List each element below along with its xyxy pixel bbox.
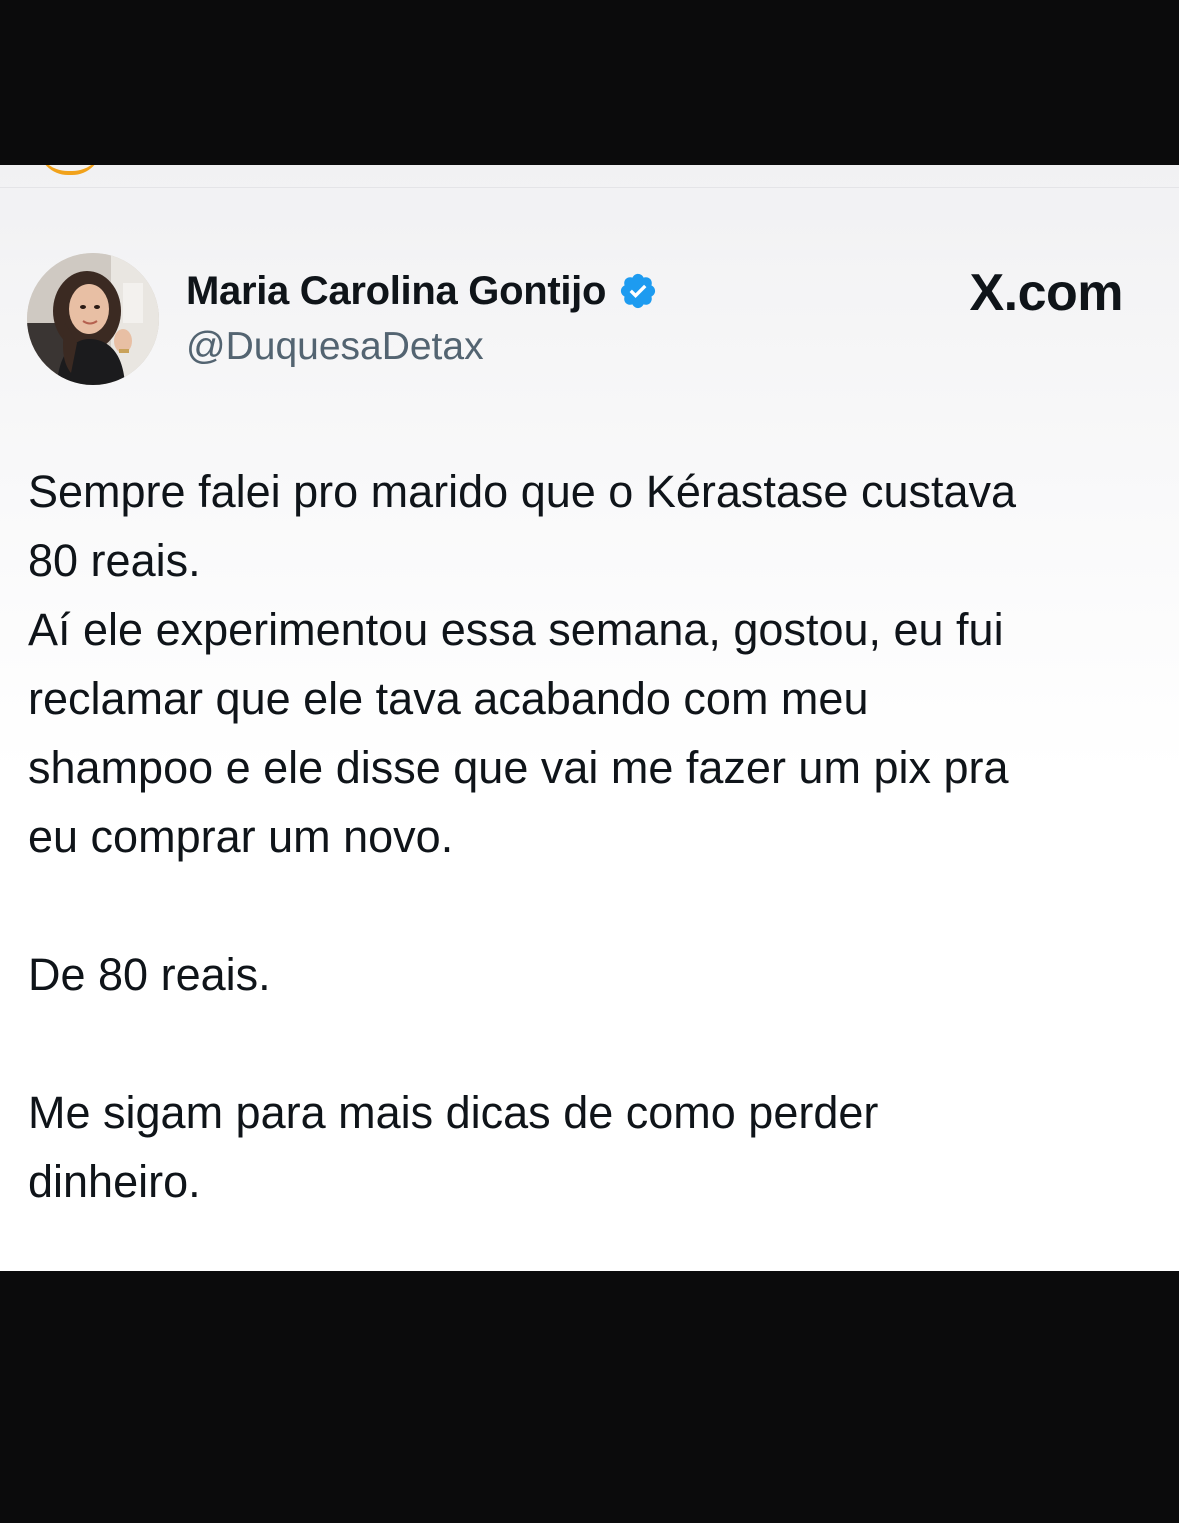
top-black-bar [0, 0, 1179, 165]
tweet-paragraph-2: De 80 reais. [28, 949, 271, 1000]
tweet-paragraph-3: Me sigam para mais dicas de como perder … [28, 1087, 879, 1207]
tweet-text: Sempre falei pro marido que o Kérastase … [28, 457, 1158, 1216]
author-handle[interactable]: @DuquesaDetax [186, 325, 484, 369]
tweet-paragraph-1: Sempre falei pro marido que o Kérastase … [28, 466, 1017, 862]
tweet-card: Maria Carolina Gontijo @DuquesaDetax X.c… [0, 165, 1179, 1271]
source-label: X.com [969, 264, 1123, 322]
verified-badge-icon [621, 273, 656, 309]
divider [0, 187, 1179, 188]
tweet-paragraph-spacer [28, 1009, 1158, 1078]
author-name-row[interactable]: Maria Carolina Gontijo [186, 265, 658, 317]
profile-photo [27, 253, 159, 385]
tweet-paragraph-spacer [28, 871, 1158, 940]
author-display-name[interactable]: Maria Carolina Gontijo [186, 269, 606, 314]
avatar[interactable] [27, 253, 159, 385]
story-ring-fragment [38, 165, 102, 175]
bottom-black-bar [0, 1271, 1179, 1523]
